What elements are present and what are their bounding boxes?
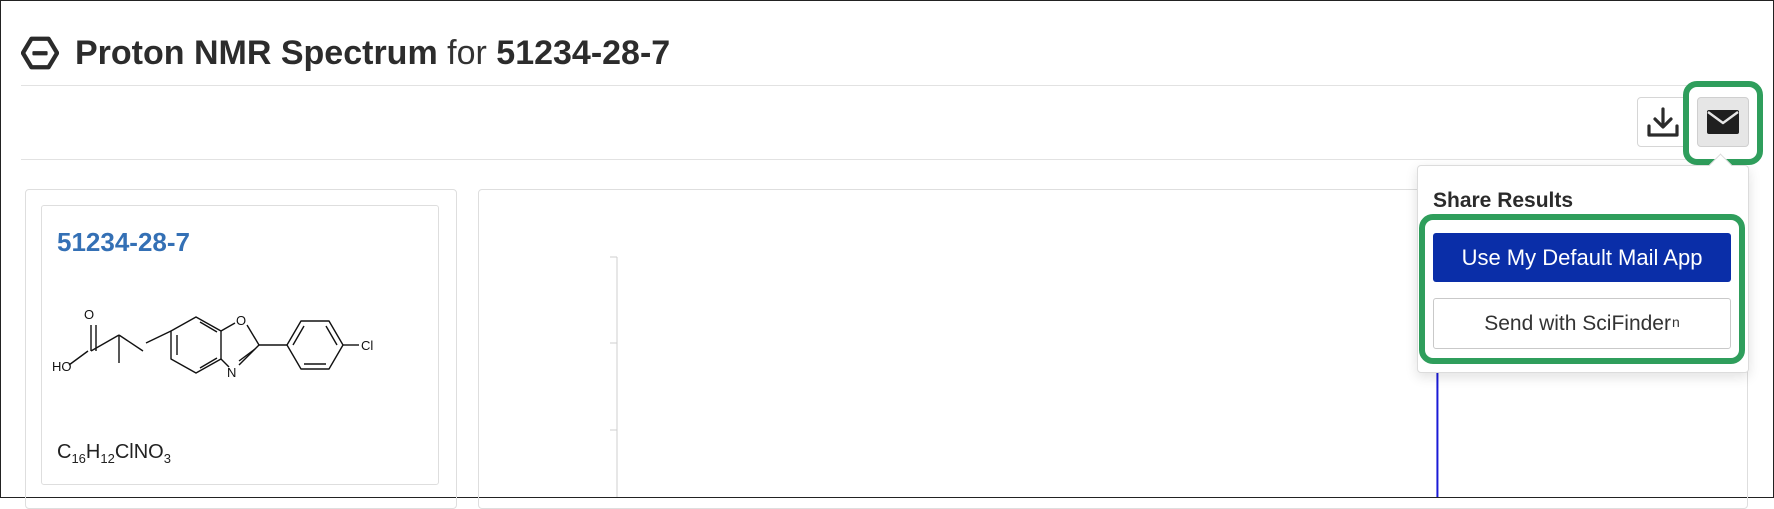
default-mail-app-label: Use My Default Mail App [1461, 244, 1703, 270]
title-cas: 51234-28-7 [496, 34, 671, 72]
ring-nitrogen-label: N [227, 365, 236, 380]
formula-c: C [57, 441, 72, 463]
formula-o-count: 3 [163, 451, 171, 466]
formula-c-count: 16 [71, 451, 86, 466]
hexagon-icon [21, 36, 59, 70]
envelope-icon [1707, 110, 1739, 134]
molecular-formula: C16H12ClNO3 [57, 441, 171, 466]
default-mail-app-button[interactable]: Use My Default Mail App [1433, 233, 1731, 282]
ring-oxygen-label: O [236, 313, 246, 328]
carbonyl-oxygen-label: O [84, 307, 94, 322]
toolbar-divider [21, 159, 1753, 160]
formula-rest: ClNO [114, 441, 164, 463]
share-popover-title: Share Results [1433, 189, 1574, 212]
page-title: Proton NMR Spectrum for 51234-28-7 [75, 36, 670, 70]
cas-number-link[interactable]: 51234-28-7 [57, 227, 190, 258]
page-header: Proton NMR Spectrum for 51234-28-7 [21, 23, 670, 83]
header-divider [21, 85, 1753, 86]
send-with-scifinder-label: Send with SciFinder [1484, 311, 1671, 335]
chemical-structure: O HO O N Cl [52, 307, 373, 380]
download-icon [1647, 107, 1679, 137]
share-email-button[interactable] [1697, 97, 1749, 147]
download-button[interactable] [1637, 97, 1689, 147]
formula-h-count: 12 [100, 451, 115, 466]
scifinder-superscript: n [1671, 313, 1680, 330]
chlorine-label: Cl [361, 338, 373, 353]
title-main: Proton NMR Spectrum [75, 34, 438, 72]
toolbar [1637, 97, 1749, 147]
formula-h: H [85, 441, 101, 463]
title-for: for [447, 34, 487, 72]
hydroxyl-label: HO [52, 359, 72, 374]
send-with-scifinder-button[interactable]: Send with SciFinder n [1433, 298, 1731, 349]
